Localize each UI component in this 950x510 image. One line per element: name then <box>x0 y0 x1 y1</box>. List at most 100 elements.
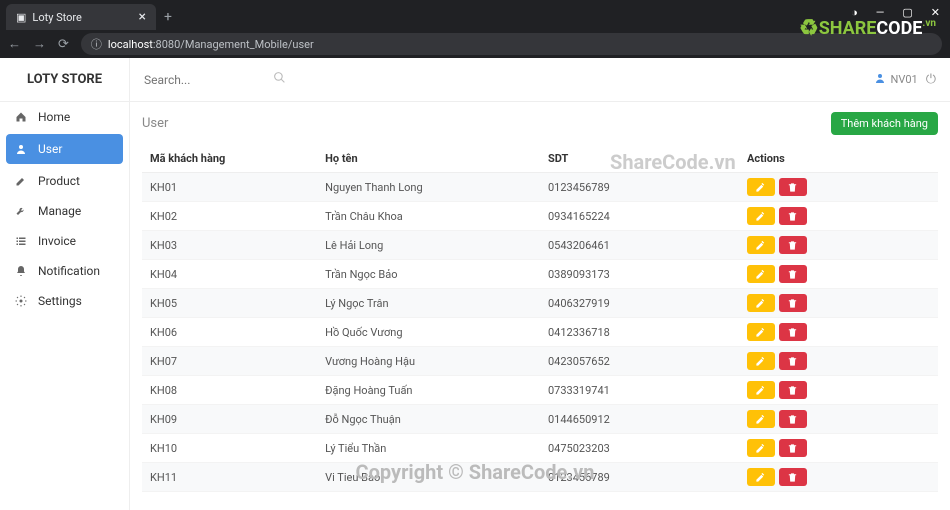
cell-name: Trần Châu Khoa <box>317 202 540 231</box>
sidebar-item-notification[interactable]: Notification <box>0 256 129 286</box>
table-row: KH01Nguyen Thanh Long0123456789 <box>142 173 938 202</box>
tab-favicon: ▣ <box>16 11 26 24</box>
table-header-row: Mã khách hàng Họ tên SDT Actions <box>142 145 938 173</box>
watermark-logo: ♻ SHARECODE.vn <box>799 16 936 41</box>
tab-close-button[interactable]: × <box>139 9 146 25</box>
edit-button[interactable] <box>747 178 775 196</box>
wrench-icon <box>14 205 28 217</box>
cell-id: KH08 <box>142 376 317 405</box>
sidebar-item-label: User <box>38 142 62 156</box>
sidebar-item-user[interactable]: User <box>6 134 123 164</box>
edit-icon <box>14 175 28 187</box>
sidebar-item-invoice[interactable]: Invoice <box>0 226 129 256</box>
cell-actions <box>739 173 938 202</box>
cell-id: KH06 <box>142 318 317 347</box>
cogs-icon <box>14 295 28 307</box>
sidebar-item-settings[interactable]: Settings <box>0 286 129 316</box>
cell-phone: 0144650912 <box>540 405 739 434</box>
cell-actions <box>739 434 938 463</box>
cell-id: KH02 <box>142 202 317 231</box>
cell-phone: 0543206461 <box>540 231 739 260</box>
cell-phone: 0475023203 <box>540 434 739 463</box>
cell-name: Lý Tiểu Thần <box>317 434 540 463</box>
cell-name: Đỗ Ngọc Thuận <box>317 405 540 434</box>
cell-id: KH07 <box>142 347 317 376</box>
browser-tab[interactable]: ▣ Loty Store × <box>6 4 156 30</box>
cell-phone: 0123456789 <box>540 173 739 202</box>
cell-phone: 0934165224 <box>540 202 739 231</box>
delete-button[interactable] <box>779 381 807 399</box>
delete-button[interactable] <box>779 352 807 370</box>
users-table: Mã khách hàng Họ tên SDT Actions KH01Ngu… <box>142 145 938 492</box>
delete-button[interactable] <box>779 294 807 312</box>
sidebar-item-manage[interactable]: Manage <box>0 196 129 226</box>
edit-button[interactable] <box>747 323 775 341</box>
delete-button[interactable] <box>779 178 807 196</box>
cell-phone: 0389093173 <box>540 260 739 289</box>
logout-icon[interactable]: ⏻ <box>926 72 936 87</box>
sidebar-item-label: Manage <box>38 204 81 218</box>
watermark-mid: ShareCode.vn <box>610 150 736 174</box>
app-header: LOTY STORE NV01 ⏻ <box>0 58 950 102</box>
page-header: User Thêm khách hàng <box>142 112 938 135</box>
sidebar-item-home[interactable]: Home <box>0 102 129 132</box>
main-content: User Thêm khách hàng Mã khách hàng Họ tê… <box>130 58 950 510</box>
sidebar-item-label: Settings <box>38 294 82 308</box>
cell-actions <box>739 260 938 289</box>
brand-logo[interactable]: LOTY STORE <box>0 58 130 102</box>
site-info-icon[interactable]: ⓘ <box>91 36 102 52</box>
cell-id: KH04 <box>142 260 317 289</box>
search-input[interactable] <box>144 73 264 87</box>
url-host: localhost <box>108 38 153 51</box>
delete-button[interactable] <box>779 265 807 283</box>
edit-button[interactable] <box>747 294 775 312</box>
cell-name: Nguyen Thanh Long <box>317 173 540 202</box>
edit-button[interactable] <box>747 236 775 254</box>
col-name: Họ tên <box>317 145 540 173</box>
cell-actions <box>739 318 938 347</box>
table-row: KH06Hồ Quốc Vương0412336718 <box>142 318 938 347</box>
cell-id: KH01 <box>142 173 317 202</box>
table-row: KH03Lê Hải Long0543206461 <box>142 231 938 260</box>
search-icon[interactable] <box>273 71 286 88</box>
col-actions: Actions <box>739 145 938 173</box>
cell-id: KH03 <box>142 231 317 260</box>
delete-button[interactable] <box>779 410 807 428</box>
reload-button[interactable]: ⟳ <box>58 37 69 52</box>
page-title: User <box>142 116 168 131</box>
person-icon <box>14 143 28 155</box>
delete-button[interactable] <box>779 207 807 225</box>
edit-button[interactable] <box>747 381 775 399</box>
user-icon <box>874 72 886 87</box>
cell-name: Vương Hoàng Hậu <box>317 347 540 376</box>
url-port: :8080 <box>153 38 180 51</box>
user-area[interactable]: NV01 ⏻ <box>874 72 936 87</box>
recycle-icon: ♻ <box>799 16 819 41</box>
cell-name: Lý Ngọc Trân <box>317 289 540 318</box>
delete-button[interactable] <box>779 439 807 457</box>
bell-icon <box>14 265 28 277</box>
edit-button[interactable] <box>747 439 775 457</box>
back-button[interactable]: ← <box>8 36 21 52</box>
forward-button[interactable]: → <box>33 36 46 52</box>
table-row: KH04Trần Ngọc Bảo0389093173 <box>142 260 938 289</box>
list-icon <box>14 235 28 247</box>
table-row: KH08Đặng Hoàng Tuấn0733319741 <box>142 376 938 405</box>
edit-button[interactable] <box>747 265 775 283</box>
sidebar-item-label: Product <box>38 174 80 188</box>
add-customer-button[interactable]: Thêm khách hàng <box>831 112 938 135</box>
edit-button[interactable] <box>747 207 775 225</box>
cell-actions <box>739 405 938 434</box>
sidebar: Home User Product Manage InvoiceNotification… <box>0 58 130 510</box>
delete-button[interactable] <box>779 236 807 254</box>
table-row: KH09Đỗ Ngọc Thuận0144650912 <box>142 405 938 434</box>
sidebar-item-product[interactable]: Product <box>0 166 129 196</box>
search-box <box>130 73 300 87</box>
delete-button[interactable] <box>779 323 807 341</box>
url-path: /Management_Mobile/user <box>180 38 313 51</box>
edit-button[interactable] <box>747 410 775 428</box>
cell-actions <box>739 231 938 260</box>
new-tab-button[interactable]: + <box>164 9 172 25</box>
table-row: KH05Lý Ngọc Trân0406327919 <box>142 289 938 318</box>
edit-button[interactable] <box>747 352 775 370</box>
